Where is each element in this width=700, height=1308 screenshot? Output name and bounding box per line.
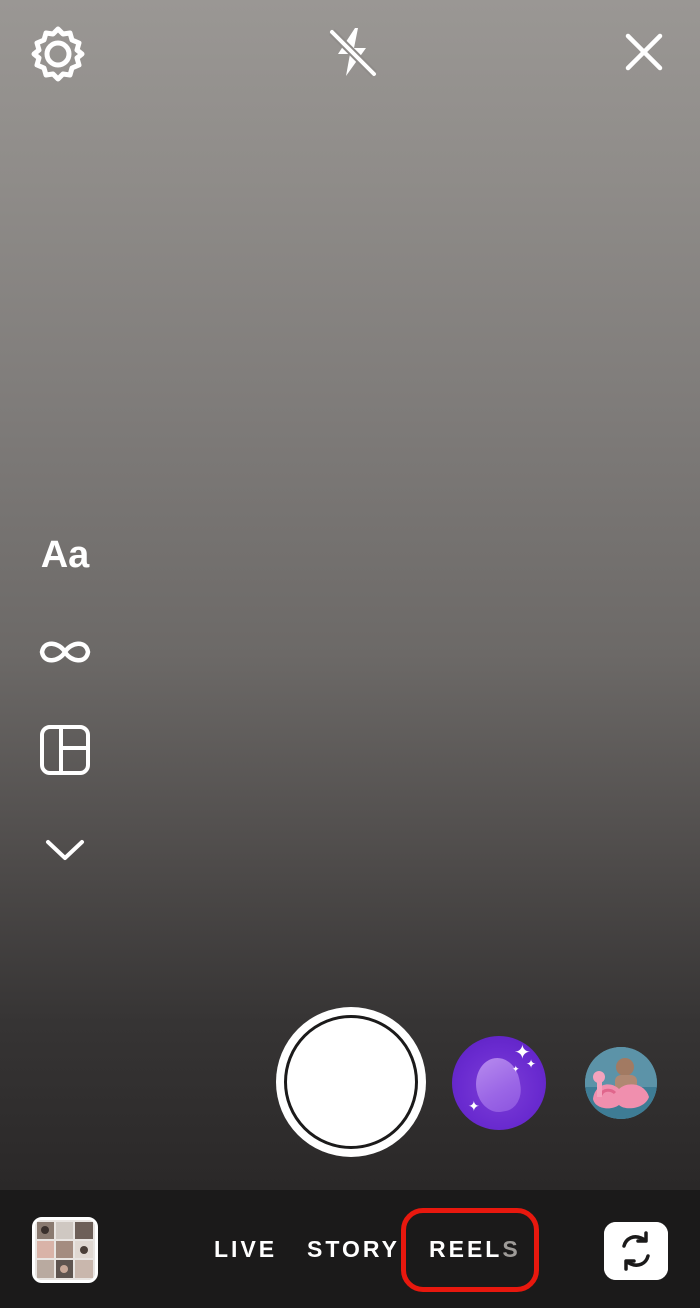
chevron-down-icon: [46, 840, 84, 860]
close-button[interactable]: [614, 22, 674, 82]
sparkle-icon: ✦: [526, 1057, 537, 1071]
effect-purple-orb[interactable]: ✦ ✦ ✦ ✦: [452, 1036, 546, 1130]
capture-mode-selector: LIVE STORY REELS: [0, 1236, 700, 1266]
flash-off-icon: [329, 28, 377, 77]
settings-button[interactable]: [28, 24, 88, 84]
mode-live[interactable]: LIVE: [214, 1236, 277, 1263]
layout-button[interactable]: [30, 715, 100, 785]
create-mode-button[interactable]: Aa: [30, 520, 100, 590]
effect-photo-image: [585, 1047, 657, 1119]
effect-photo[interactable]: [585, 1047, 657, 1119]
flip-camera-button[interactable]: [604, 1222, 668, 1280]
shutter-inner-ring: [284, 1015, 418, 1149]
reels-highlight-box: [401, 1208, 539, 1292]
infinity-icon: [39, 641, 91, 663]
flash-toggle-button[interactable]: [322, 22, 382, 82]
boomerang-button[interactable]: [30, 617, 100, 687]
sparkle-icon: ✦: [468, 1099, 480, 1115]
more-tools-button[interactable]: [30, 815, 100, 885]
sparkle-icon: ✦: [512, 1065, 520, 1075]
mode-story[interactable]: STORY: [307, 1236, 400, 1263]
gear-icon: [31, 26, 85, 82]
shutter-button[interactable]: [276, 1007, 426, 1157]
flip-camera-icon: [604, 1222, 668, 1280]
close-icon: [625, 33, 663, 71]
create-mode-label: Aa: [40, 533, 90, 576]
layout-grid-icon: [40, 725, 90, 775]
